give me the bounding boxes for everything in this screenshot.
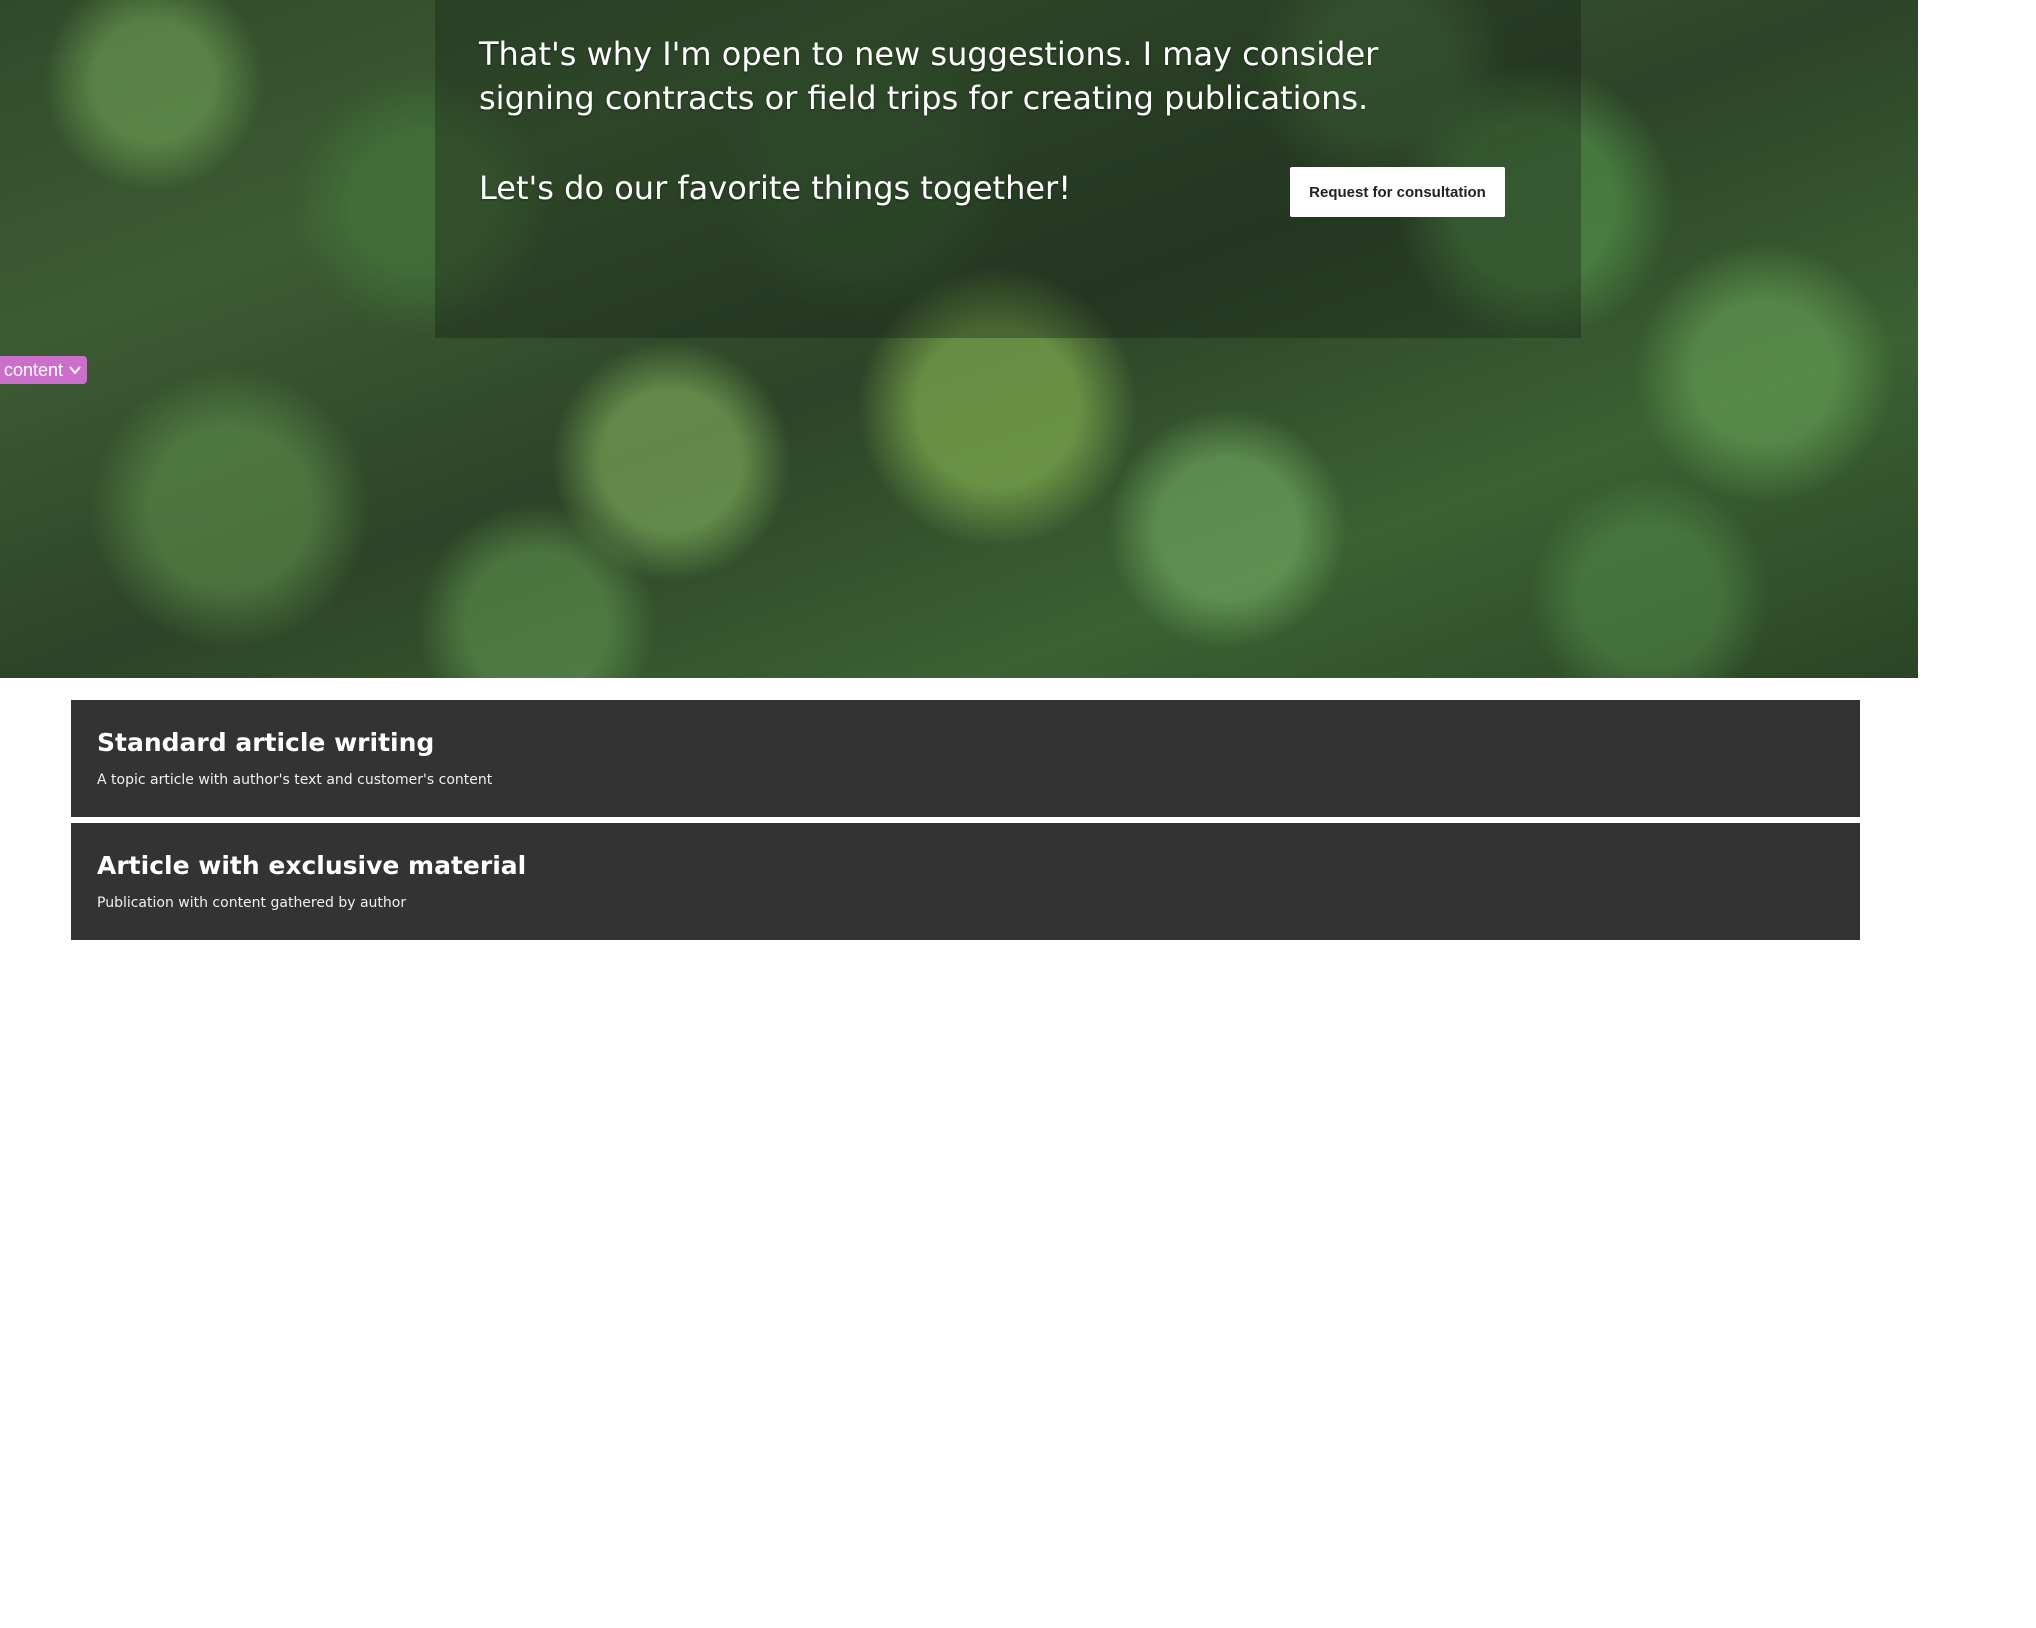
- content-tag-label: content: [4, 360, 64, 380]
- hero-paragraph: That's why I'm open to new suggestions. …: [479, 35, 1379, 117]
- service-card-description: Publication with content gathered by aut…: [97, 895, 407, 911]
- request-consultation-button[interactable]: Request for consultation: [1290, 167, 1505, 217]
- service-card-title: Standard article writing: [97, 728, 435, 757]
- hero-text: That's why I'm open to new suggestions. …: [479, 32, 1489, 120]
- hero-tagline: Let's do our favorite things together!: [479, 169, 1072, 207]
- service-card-description: A topic article with author's text and c…: [97, 772, 493, 788]
- chevron-down-icon: [67, 362, 83, 378]
- service-card-title: Article with exclusive material: [97, 851, 527, 880]
- content-section-tag[interactable]: content: [0, 356, 88, 384]
- hero-banner: That's why I'm open to new suggestions. …: [0, 0, 1918, 678]
- service-card-exclusive-article[interactable]: Article with exclusive material Publicat…: [71, 823, 1860, 940]
- service-card-standard-article[interactable]: Standard article writing A topic article…: [71, 700, 1860, 817]
